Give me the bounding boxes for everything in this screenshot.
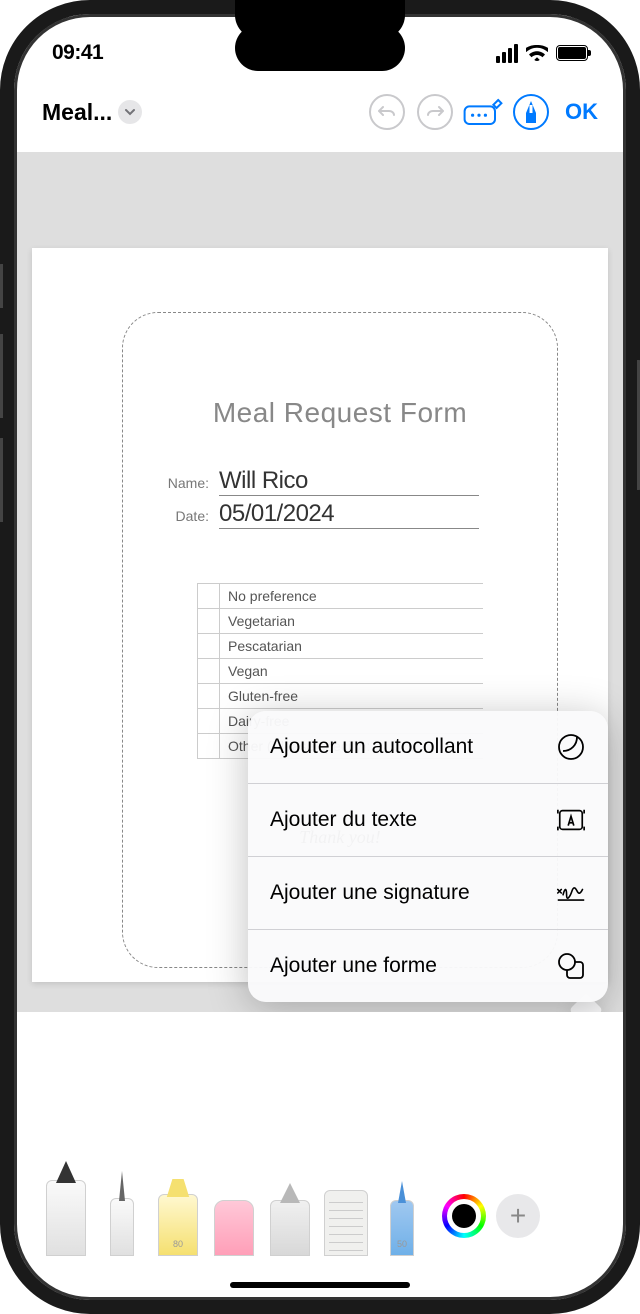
redo-button[interactable]	[413, 90, 457, 134]
color-picker-button[interactable]	[442, 1194, 486, 1238]
sticker-icon	[556, 732, 586, 762]
ruler-tool[interactable]	[318, 1190, 374, 1256]
date-label: Date:	[165, 508, 209, 524]
redo-icon	[426, 105, 444, 119]
undo-button[interactable]	[365, 90, 409, 134]
fine-pen-tool[interactable]	[94, 1198, 150, 1256]
menu-item-label: Ajouter une forme	[270, 954, 437, 978]
name-value: Will Rico	[219, 467, 479, 496]
menu-item-label: Ajouter une signature	[270, 881, 470, 905]
status-time: 09:41	[52, 41, 103, 65]
done-button[interactable]: OK	[565, 99, 598, 125]
pencil-tool[interactable]	[262, 1200, 318, 1256]
document-title-text: Meal...	[42, 99, 112, 126]
autofill-button[interactable]	[461, 90, 505, 134]
chevron-down-icon	[118, 100, 142, 124]
table-row: Pescatarian	[198, 634, 483, 659]
date-value: 05/01/2024	[219, 500, 479, 529]
menu-item-label: Ajouter un autocollant	[270, 735, 473, 759]
add-menu-popup: Ajouter un autocollant Ajouter du texte …	[248, 711, 608, 1002]
cell-signal-icon	[496, 44, 518, 63]
eraser-tool[interactable]	[206, 1200, 262, 1256]
table-row: No preference	[198, 584, 483, 609]
highlighter-tool[interactable]: 80	[150, 1194, 206, 1256]
name-label: Name:	[165, 475, 209, 491]
home-indicator[interactable]	[230, 1282, 410, 1288]
menu-item-label: Ajouter du texte	[270, 808, 417, 832]
add-signature-item[interactable]: Ajouter une signature	[248, 857, 608, 930]
form-title: Meal Request Form	[123, 397, 557, 429]
document-canvas[interactable]: Meal Request Form Name: Will Rico Date: …	[14, 152, 626, 1012]
add-button[interactable]: +	[496, 1194, 540, 1238]
pen-tool[interactable]	[38, 1180, 94, 1256]
plus-icon: +	[510, 1200, 526, 1232]
text-box-icon	[556, 805, 586, 835]
document-title-button[interactable]: Meal...	[42, 99, 142, 126]
battery-icon	[556, 45, 588, 61]
pen-tip-icon	[522, 101, 540, 123]
markup-button[interactable]	[509, 90, 553, 134]
table-row: Gluten-free	[198, 684, 483, 709]
undo-icon	[378, 105, 396, 119]
autofill-icon	[463, 97, 503, 127]
current-color-swatch	[452, 1204, 476, 1228]
signature-icon	[556, 878, 586, 908]
add-text-item[interactable]: Ajouter du texte	[248, 784, 608, 857]
markup-tool-tray: 80 50 +	[14, 1156, 626, 1266]
add-shape-item[interactable]: Ajouter une forme	[248, 930, 608, 1002]
device-notch	[235, 25, 405, 71]
add-sticker-item[interactable]: Ajouter un autocollant	[248, 711, 608, 784]
table-row: Vegetarian	[198, 609, 483, 634]
wifi-icon	[526, 45, 548, 61]
table-row: Vegan	[198, 659, 483, 684]
shape-icon	[556, 951, 586, 981]
top-toolbar: Meal... OK	[14, 74, 626, 152]
crayon-tool[interactable]: 50	[374, 1200, 430, 1256]
